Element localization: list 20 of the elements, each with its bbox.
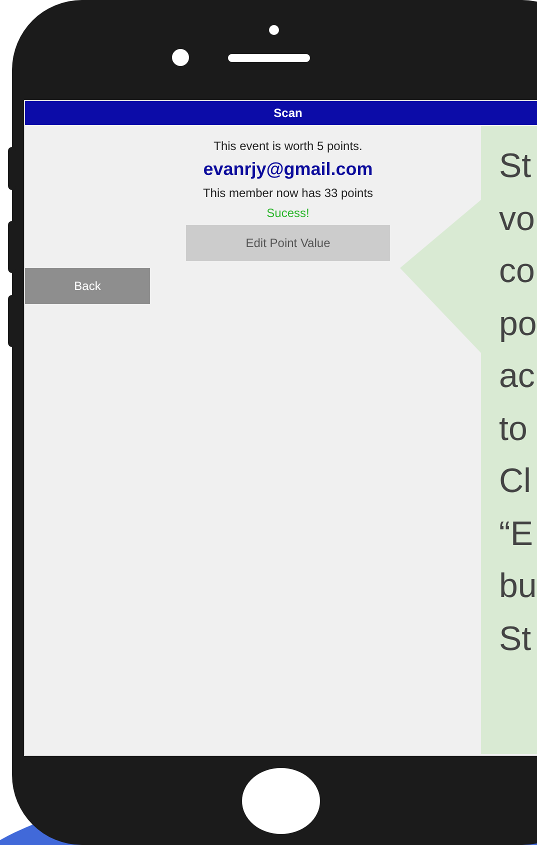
speaker-icon — [228, 54, 310, 62]
callout-text: co — [499, 251, 536, 292]
lens-icon — [172, 49, 189, 66]
callout-text: bu — [499, 566, 537, 607]
member-email: evanrjy@gmail.com — [203, 159, 373, 181]
points-text: This member now has 33 points — [202, 186, 374, 200]
event-text: This event is worth 5 points. — [214, 139, 362, 154]
header-title: Scan — [274, 106, 302, 120]
callout-text: vo — [499, 198, 536, 240]
callout-text: St — [499, 146, 532, 187]
status-text: Sucess! — [266, 206, 310, 221]
callout-text: St — [499, 618, 532, 660]
back-button[interactable]: Back — [25, 268, 150, 304]
edit-point-value-button[interactable]: Edit Point Value — [186, 224, 390, 261]
callout-text: po — [499, 304, 537, 344]
callout-text: Cl — [499, 461, 532, 502]
callout-text: “E — [499, 514, 534, 554]
callout-text: ac — [499, 356, 536, 397]
callout-text: to — [499, 408, 528, 450]
camera-icon — [269, 25, 279, 35]
